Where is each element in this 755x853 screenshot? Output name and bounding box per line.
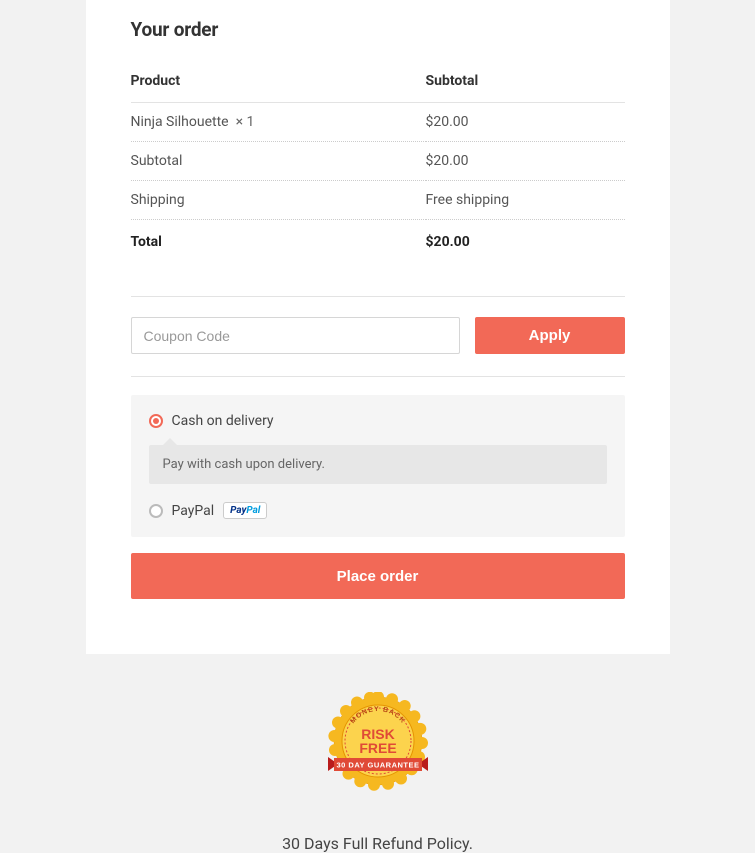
- product-qty: × 1: [236, 114, 255, 130]
- apply-button[interactable]: Apply: [475, 317, 625, 354]
- product-name: Ninja Silhouette: [131, 114, 229, 130]
- divider: [131, 296, 625, 297]
- table-row: Subtotal $20.00: [131, 142, 625, 181]
- order-table: Product Subtotal Ninja Silhouette × 1 $2…: [131, 73, 625, 261]
- payment-cod-description: Pay with cash upon delivery.: [149, 445, 607, 484]
- shipping-value: Free shipping: [426, 181, 625, 220]
- payment-paypal-label: PayPal: [172, 503, 215, 519]
- place-order-button[interactable]: Place order: [131, 553, 625, 599]
- total-value: $20.00: [426, 220, 625, 262]
- subtotal-label: Subtotal: [131, 142, 426, 181]
- table-row: Ninja Silhouette × 1 $20.00: [131, 103, 625, 142]
- table-row: Total $20.00: [131, 220, 625, 262]
- header-product: Product: [131, 73, 426, 103]
- header-subtotal: Subtotal: [426, 73, 625, 103]
- refund-policy-text: 30 Days Full Refund Policy.: [0, 834, 755, 853]
- paypal-logo-icon: PayPal: [223, 502, 267, 519]
- radio-selected-icon[interactable]: [149, 414, 163, 428]
- payment-methods: Cash on delivery Pay with cash upon deli…: [131, 395, 625, 537]
- payment-option-paypal[interactable]: PayPal PayPal: [149, 502, 607, 519]
- radio-unselected-icon[interactable]: [149, 504, 163, 518]
- table-row: Shipping Free shipping: [131, 181, 625, 220]
- svg-text:30 DAY GUARANTEE: 30 DAY GUARANTEE: [336, 761, 419, 770]
- subtotal-value: $20.00: [426, 142, 625, 181]
- guarantee-badge-icon: MONEY BACK RISK FREE 30 DAY GUARANTEE: [320, 692, 436, 802]
- product-subtotal: $20.00: [426, 103, 625, 142]
- total-label: Total: [131, 220, 426, 262]
- shipping-label: Shipping: [131, 181, 426, 220]
- order-title: Your order: [131, 0, 625, 73]
- svg-text:FREE: FREE: [359, 740, 396, 756]
- divider: [131, 376, 625, 377]
- payment-option-cod[interactable]: Cash on delivery: [149, 413, 607, 429]
- coupon-input[interactable]: [131, 317, 460, 354]
- payment-cod-label: Cash on delivery: [172, 413, 274, 429]
